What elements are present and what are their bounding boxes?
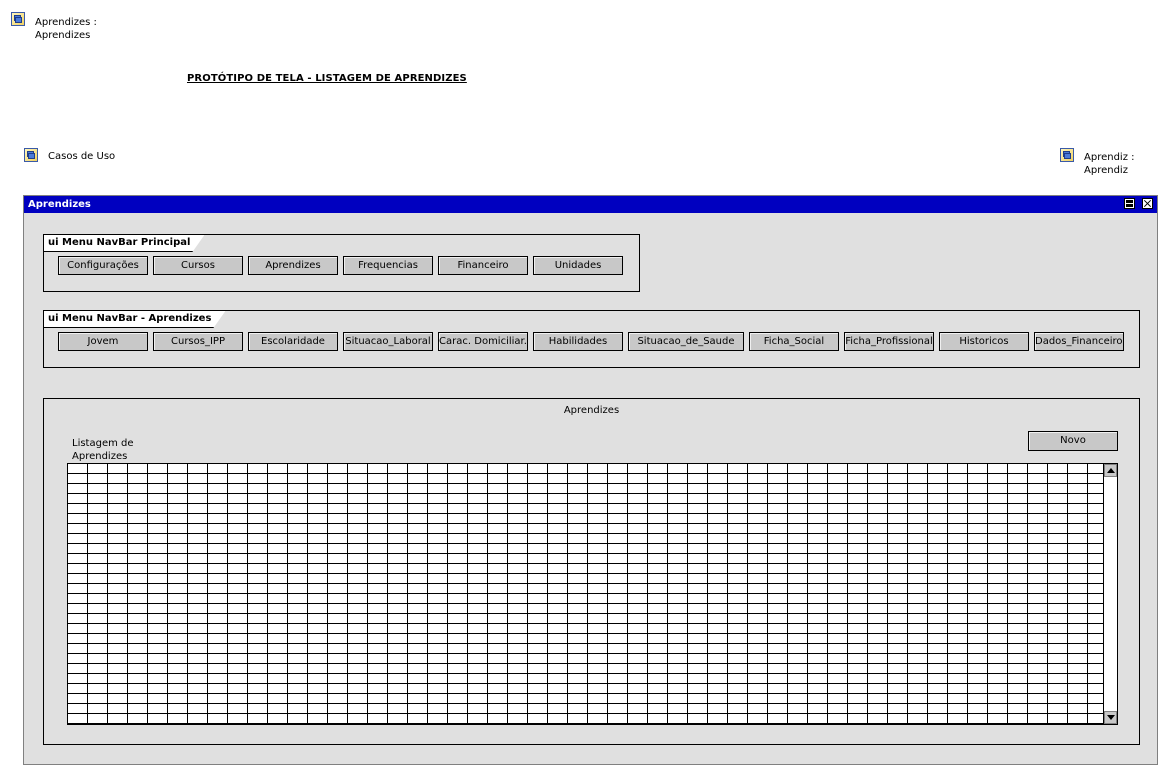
navbar-principal: ui Menu NavBar Principal Configurações C… [43,234,640,292]
window-title: Aprendizes [28,199,91,210]
nav-configuracoes-button[interactable]: Configurações [58,256,148,275]
link-aprendiz-line2: Aprendiz [1084,165,1128,176]
list-label-line1: Listagem de [72,438,134,449]
maximize-icon[interactable] [1124,198,1135,209]
aprendizes-grid[interactable] [67,463,1103,725]
diagram-link-icon[interactable] [11,12,25,26]
nav-unidades-button[interactable]: Unidades [533,256,623,275]
navbar-aprendizes: ui Menu NavBar - Aprendizes Jovem Cursos… [43,310,1140,368]
nav-ficha-social-button[interactable]: Ficha_Social [749,332,839,351]
aprendizes-list-panel: Aprendizes Listagem de Aprendizes Novo [43,398,1140,745]
nav-carac-domiciliar-button[interactable]: Carac. Domiciliar. [438,332,528,351]
link-aprendizes[interactable]: Aprendizes : Aprendizes [35,16,97,42]
nav-situacao-laboral-button[interactable]: Situacao_Laboral [343,332,433,351]
page-title: PROTÓTIPO DE TELA - LISTAGEM DE APRENDIZ… [187,73,467,84]
nav-cursos-button[interactable]: Cursos [153,256,243,275]
nav-cursos-ipp-button[interactable]: Cursos_IPP [153,332,243,351]
nav-aprendizes-button[interactable]: Aprendizes [248,256,338,275]
novo-button[interactable]: Novo [1028,431,1118,451]
nav-historicos-button[interactable]: Historicos [939,332,1029,351]
nav-frequencias-button[interactable]: Frequencias [343,256,433,275]
close-icon[interactable] [1142,198,1153,209]
nav-escolaridade-button[interactable]: Escolaridade [248,332,338,351]
nav-ficha-profissional-button[interactable]: Ficha_Profissional [844,332,934,351]
link-casos-de-uso[interactable]: Casos de Uso [48,150,115,163]
diagram-link-icon[interactable] [1060,148,1074,162]
navbar-aprendizes-title: ui Menu NavBar - Aprendizes [44,311,225,328]
nav-dados-financeiros-button[interactable]: Dados_Financeiros [1034,332,1124,351]
nav-financeiro-button[interactable]: Financeiro [438,256,528,275]
list-label: Listagem de Aprendizes [72,437,134,463]
list-label-line2: Aprendizes [72,451,128,462]
arrow-down-icon[interactable] [1104,711,1117,724]
link-aprendizes-line2: Aprendizes [35,30,91,41]
nav-habilidades-button[interactable]: Habilidades [533,332,623,351]
navbar-principal-title: ui Menu NavBar Principal [44,235,204,252]
list-panel-title: Aprendizes [563,405,620,416]
link-aprendiz[interactable]: Aprendiz : Aprendiz [1084,151,1135,177]
link-aprendizes-line1: Aprendizes : [35,17,97,28]
arrow-up-icon[interactable] [1104,464,1117,477]
window-titlebar[interactable]: Aprendizes [24,196,1157,213]
nav-jovem-button[interactable]: Jovem [58,332,148,351]
grid-scrollbar[interactable] [1103,463,1118,725]
aprendizes-window: Aprendizes ui Menu NavBar Principal Conf… [23,195,1158,765]
link-aprendiz-line1: Aprendiz : [1084,152,1135,163]
nav-situacao-de-saude-button[interactable]: Situacao_de_Saude [628,332,744,351]
diagram-link-icon[interactable] [24,148,38,162]
